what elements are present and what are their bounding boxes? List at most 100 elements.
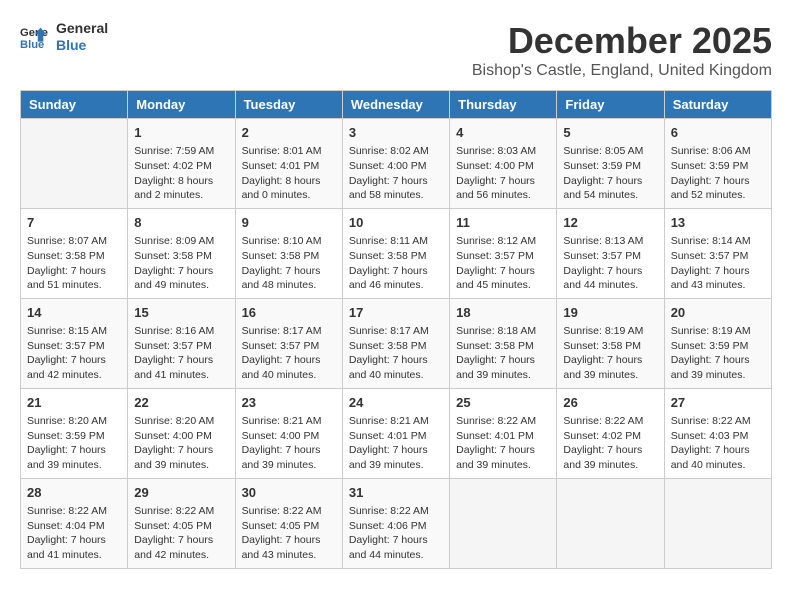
sunrise-text: Sunrise: 8:22 AM (456, 415, 536, 427)
sunrise-text: Sunrise: 8:19 AM (563, 325, 643, 337)
sunrise-text: Sunrise: 8:12 AM (456, 235, 536, 247)
week-row-2: 7Sunrise: 8:07 AMSunset: 3:58 PMDaylight… (21, 208, 772, 298)
daylight-text: Daylight: 7 hours and 44 minutes. (563, 265, 642, 292)
sunset-text: Sunset: 3:59 PM (27, 430, 105, 442)
sunrise-text: Sunrise: 8:22 AM (27, 505, 107, 517)
daylight-text: Daylight: 7 hours and 39 minutes. (563, 354, 642, 381)
calendar-cell: 21Sunrise: 8:20 AMSunset: 3:59 PMDayligh… (21, 388, 128, 478)
daylight-text: Daylight: 7 hours and 40 minutes. (671, 444, 750, 471)
daylight-text: Daylight: 7 hours and 45 minutes. (456, 265, 535, 292)
sunset-text: Sunset: 4:01 PM (456, 430, 534, 442)
calendar-cell: 7Sunrise: 8:07 AMSunset: 3:58 PMDaylight… (21, 208, 128, 298)
sunrise-text: Sunrise: 8:20 AM (27, 415, 107, 427)
sunset-text: Sunset: 4:05 PM (242, 520, 320, 532)
daylight-text: Daylight: 7 hours and 58 minutes. (349, 175, 428, 202)
sunrise-text: Sunrise: 8:01 AM (242, 145, 322, 157)
day-number: 20 (671, 304, 765, 322)
calendar-cell (450, 478, 557, 568)
sunset-text: Sunset: 3:57 PM (242, 340, 320, 352)
week-row-1: 1Sunrise: 7:59 AMSunset: 4:02 PMDaylight… (21, 119, 772, 209)
calendar-cell: 22Sunrise: 8:20 AMSunset: 4:00 PMDayligh… (128, 388, 235, 478)
sunset-text: Sunset: 3:57 PM (27, 340, 105, 352)
sunrise-text: Sunrise: 8:09 AM (134, 235, 214, 247)
column-header-monday: Monday (128, 91, 235, 119)
calendar-cell: 31Sunrise: 8:22 AMSunset: 4:06 PMDayligh… (342, 478, 449, 568)
day-number: 12 (563, 214, 657, 232)
daylight-text: Daylight: 7 hours and 48 minutes. (242, 265, 321, 292)
logo-text-blue: Blue (56, 37, 108, 54)
day-number: 19 (563, 304, 657, 322)
daylight-text: Daylight: 7 hours and 43 minutes. (671, 265, 750, 292)
sunset-text: Sunset: 4:03 PM (671, 430, 749, 442)
calendar-cell: 1Sunrise: 7:59 AMSunset: 4:02 PMDaylight… (128, 119, 235, 209)
calendar-cell: 17Sunrise: 8:17 AMSunset: 3:58 PMDayligh… (342, 298, 449, 388)
sunrise-text: Sunrise: 8:03 AM (456, 145, 536, 157)
sunset-text: Sunset: 3:58 PM (242, 250, 320, 262)
sunrise-text: Sunrise: 7:59 AM (134, 145, 214, 157)
day-number: 27 (671, 394, 765, 412)
day-number: 13 (671, 214, 765, 232)
daylight-text: Daylight: 7 hours and 44 minutes. (349, 534, 428, 561)
daylight-text: Daylight: 7 hours and 51 minutes. (27, 265, 106, 292)
sunrise-text: Sunrise: 8:18 AM (456, 325, 536, 337)
calendar-cell: 15Sunrise: 8:16 AMSunset: 3:57 PMDayligh… (128, 298, 235, 388)
day-number: 16 (242, 304, 336, 322)
calendar-cell: 19Sunrise: 8:19 AMSunset: 3:58 PMDayligh… (557, 298, 664, 388)
daylight-text: Daylight: 7 hours and 40 minutes. (349, 354, 428, 381)
sunrise-text: Sunrise: 8:15 AM (27, 325, 107, 337)
sunrise-text: Sunrise: 8:21 AM (242, 415, 322, 427)
sunset-text: Sunset: 3:58 PM (349, 340, 427, 352)
daylight-text: Daylight: 7 hours and 46 minutes. (349, 265, 428, 292)
sunset-text: Sunset: 4:00 PM (456, 160, 534, 172)
daylight-text: Daylight: 7 hours and 39 minutes. (242, 444, 321, 471)
calendar-cell: 25Sunrise: 8:22 AMSunset: 4:01 PMDayligh… (450, 388, 557, 478)
calendar-cell: 20Sunrise: 8:19 AMSunset: 3:59 PMDayligh… (664, 298, 771, 388)
sunrise-text: Sunrise: 8:17 AM (349, 325, 429, 337)
sunrise-text: Sunrise: 8:11 AM (349, 235, 428, 247)
calendar-cell: 10Sunrise: 8:11 AMSunset: 3:58 PMDayligh… (342, 208, 449, 298)
page-header: General Blue General Blue December 2025 … (20, 20, 772, 80)
sunset-text: Sunset: 4:01 PM (349, 430, 427, 442)
day-number: 15 (134, 304, 228, 322)
sunset-text: Sunset: 4:00 PM (134, 430, 212, 442)
sunset-text: Sunset: 3:57 PM (563, 250, 641, 262)
sunrise-text: Sunrise: 8:22 AM (349, 505, 429, 517)
calendar-cell: 5Sunrise: 8:05 AMSunset: 3:59 PMDaylight… (557, 119, 664, 209)
daylight-text: Daylight: 7 hours and 42 minutes. (27, 354, 106, 381)
calendar-cell: 28Sunrise: 8:22 AMSunset: 4:04 PMDayligh… (21, 478, 128, 568)
daylight-text: Daylight: 7 hours and 39 minutes. (671, 354, 750, 381)
header-row: SundayMondayTuesdayWednesdayThursdayFrid… (21, 91, 772, 119)
daylight-text: Daylight: 7 hours and 40 minutes. (242, 354, 321, 381)
sunset-text: Sunset: 3:57 PM (134, 340, 212, 352)
column-header-sunday: Sunday (21, 91, 128, 119)
day-number: 24 (349, 394, 443, 412)
sunset-text: Sunset: 4:02 PM (563, 430, 641, 442)
daylight-text: Daylight: 7 hours and 49 minutes. (134, 265, 213, 292)
sunset-text: Sunset: 4:00 PM (349, 160, 427, 172)
day-number: 28 (27, 484, 121, 502)
calendar-cell (664, 478, 771, 568)
sunrise-text: Sunrise: 8:22 AM (242, 505, 322, 517)
daylight-text: Daylight: 7 hours and 41 minutes. (134, 354, 213, 381)
calendar-cell: 11Sunrise: 8:12 AMSunset: 3:57 PMDayligh… (450, 208, 557, 298)
day-number: 4 (456, 124, 550, 142)
column-header-friday: Friday (557, 91, 664, 119)
title-block: December 2025 Bishop's Castle, England, … (472, 20, 772, 80)
day-number: 26 (563, 394, 657, 412)
sunrise-text: Sunrise: 8:06 AM (671, 145, 751, 157)
column-header-wednesday: Wednesday (342, 91, 449, 119)
sunset-text: Sunset: 4:05 PM (134, 520, 212, 532)
daylight-text: Daylight: 8 hours and 0 minutes. (242, 175, 321, 202)
location-title: Bishop's Castle, England, United Kingdom (472, 62, 772, 80)
day-number: 10 (349, 214, 443, 232)
calendar-cell: 12Sunrise: 8:13 AMSunset: 3:57 PMDayligh… (557, 208, 664, 298)
sunset-text: Sunset: 3:58 PM (134, 250, 212, 262)
week-row-3: 14Sunrise: 8:15 AMSunset: 3:57 PMDayligh… (21, 298, 772, 388)
sunset-text: Sunset: 3:57 PM (671, 250, 749, 262)
sunset-text: Sunset: 4:01 PM (242, 160, 320, 172)
sunset-text: Sunset: 4:04 PM (27, 520, 105, 532)
sunset-text: Sunset: 3:58 PM (456, 340, 534, 352)
column-header-thursday: Thursday (450, 91, 557, 119)
sunrise-text: Sunrise: 8:22 AM (563, 415, 643, 427)
day-number: 7 (27, 214, 121, 232)
